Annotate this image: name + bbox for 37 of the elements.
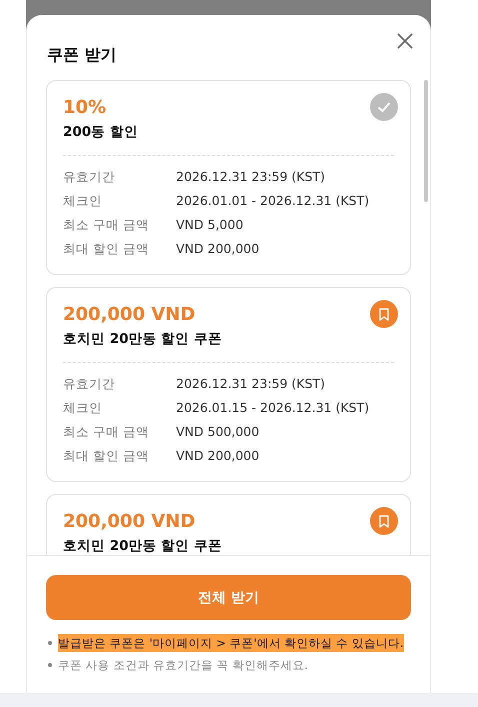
close-icon [397, 33, 413, 49]
scrollbar[interactable] [424, 80, 428, 202]
detail-value: 2026.12.31 23:59 (KST) [176, 375, 326, 393]
detail-value: 2026.01.15 - 2026.12.31 (KST) [176, 399, 370, 417]
note-text: 쿠폰 사용 조건과 유효기간을 꼭 확인해주세요. [58, 657, 308, 674]
detail-value: 2026.12.31 23:59 (KST) [176, 168, 326, 186]
download-coupon-button[interactable] [370, 507, 398, 535]
claim-all-button[interactable]: 전체 받기 [46, 575, 411, 620]
detail-label: 체크인 [63, 192, 103, 210]
close-button[interactable] [397, 33, 413, 49]
detail-label: 최대 할인 금액 [63, 240, 150, 258]
detail-value: VND 5,000 [176, 216, 244, 234]
coupon-name: 호치민 20만동 할인 쿠폰 [63, 537, 222, 555]
claimed-check-button[interactable] [370, 93, 398, 121]
coupon-amount: 200,000 VND [63, 303, 196, 327]
detail-label: 최소 구매 금액 [63, 423, 150, 441]
coupon-name: 호치민 20만동 할인 쿠폰 [63, 330, 222, 349]
download-coupon-button[interactable] [370, 300, 398, 328]
check-icon [377, 101, 391, 113]
bullet-icon [48, 641, 52, 645]
detail-label: 최소 구매 금액 [63, 216, 150, 234]
detail-label: 유효기간 [63, 168, 116, 186]
detail-value: VND 500,000 [176, 423, 260, 441]
dialog-title: 쿠폰 받기 [47, 45, 117, 66]
coupon-name: 200동 할인 [63, 123, 138, 142]
coupon-amount: 200,000 VND [63, 510, 196, 534]
detail-value: VND 200,000 [176, 240, 260, 258]
bookmark-icon [379, 514, 389, 528]
detail-value: 2026.01.01 - 2026.12.31 (KST) [176, 192, 370, 210]
bookmark-icon [379, 308, 389, 320]
detail-value: VND 200,000 [176, 447, 260, 465]
bullet-icon [48, 663, 52, 667]
coupon-amount: 10% [63, 96, 108, 120]
note-text: 발급받은 쿠폰은 '마이페이지 > 쿠폰'에서 확인하실 수 있습니다. [58, 634, 404, 652]
detail-label: 체크인 [63, 399, 103, 417]
detail-label: 최대 할인 금액 [63, 447, 150, 465]
detail-label: 유효기간 [63, 375, 116, 393]
